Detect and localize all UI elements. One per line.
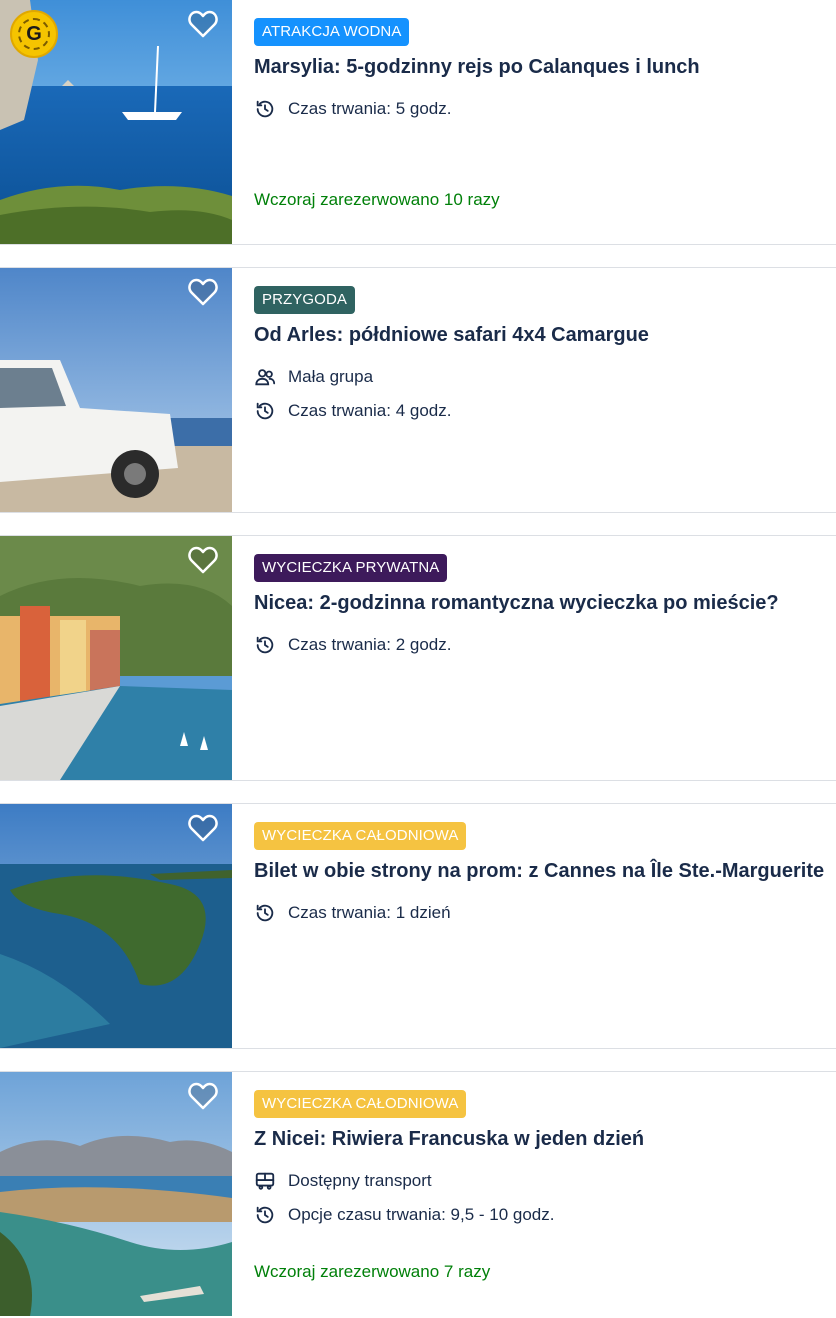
card-separator bbox=[0, 245, 836, 268]
booked-yesterday-text: Wczoraj zarezerwowano 10 razy bbox=[254, 190, 500, 209]
category-tag: PRZYGODA bbox=[254, 286, 355, 314]
duration-text: Czas trwania: 5 godz. bbox=[288, 99, 452, 118]
activity-info: ATRAKCJA WODNA Marsylia: 5-godzinny rejs… bbox=[232, 0, 836, 244]
activity-image[interactable]: G bbox=[0, 0, 232, 244]
card-separator bbox=[0, 1049, 836, 1072]
duration-text: Opcje czasu trwania: 9,5 - 10 godz. bbox=[288, 1205, 555, 1224]
activity-meta: Dostępny transport Opcje czasu trwania: … bbox=[254, 1164, 836, 1232]
activity-meta: Mała grupa Czas trwania: 4 godz. bbox=[254, 360, 836, 428]
wishlist-heart-icon[interactable] bbox=[188, 546, 218, 574]
activity-info: WYCIECZKA CAŁODNIOWA Z Nicei: Riwiera Fr… bbox=[232, 1072, 836, 1316]
duration-text: Czas trwania: 2 godz. bbox=[288, 635, 452, 654]
activity-image[interactable] bbox=[0, 804, 232, 1048]
card-separator bbox=[0, 781, 836, 804]
wishlist-heart-icon[interactable] bbox=[188, 1082, 218, 1110]
activity-card[interactable]: WYCIECZKA CAŁODNIOWA Bilet w obie strony… bbox=[0, 804, 836, 1049]
group-size-row: Mała grupa bbox=[254, 360, 836, 394]
activity-card[interactable]: G ATRAKCJA WODNA Marsylia: 5-godzinny re… bbox=[0, 0, 836, 245]
activity-card[interactable]: WYCIECZKA CAŁODNIOWA Z Nicei: Riwiera Fr… bbox=[0, 1072, 836, 1316]
duration-text: Czas trwania: 1 dzień bbox=[288, 903, 451, 922]
category-tag: ATRAKCJA WODNA bbox=[254, 18, 410, 46]
bus-icon bbox=[254, 1170, 276, 1192]
activity-title[interactable]: Z Nicei: Riwiera Francuska w jeden dzień bbox=[254, 1126, 836, 1152]
getyourguide-original-badge: G bbox=[10, 10, 58, 58]
booked-yesterday-text: Wczoraj zarezerwowano 7 razy bbox=[254, 1262, 491, 1281]
category-tag: WYCIECZKA CAŁODNIOWA bbox=[254, 1090, 467, 1118]
activity-title[interactable]: Marsylia: 5-godzinny rejs po Calanques i… bbox=[254, 54, 836, 80]
wishlist-heart-icon[interactable] bbox=[188, 814, 218, 842]
clock-history-icon bbox=[254, 1204, 276, 1226]
activity-title[interactable]: Nicea: 2-godzinna romantyczna wycieczka … bbox=[254, 590, 836, 616]
wishlist-heart-icon[interactable] bbox=[188, 10, 218, 38]
card-separator bbox=[0, 513, 836, 536]
activity-title[interactable]: Od Arles: półdniowe safari 4x4 Camargue bbox=[254, 322, 836, 348]
activity-image[interactable] bbox=[0, 536, 232, 780]
activity-image[interactable] bbox=[0, 268, 232, 512]
activity-meta: Czas trwania: 2 godz. bbox=[254, 628, 836, 662]
badge-letter: G bbox=[18, 18, 50, 50]
transport-text: Dostępny transport bbox=[288, 1171, 432, 1190]
clock-history-icon bbox=[254, 98, 276, 120]
transport-row: Dostępny transport bbox=[254, 1164, 836, 1198]
clock-history-icon bbox=[254, 400, 276, 422]
duration-text: Czas trwania: 4 godz. bbox=[288, 401, 452, 420]
group-size-text: Mała grupa bbox=[288, 367, 374, 386]
activity-image[interactable] bbox=[0, 1072, 232, 1316]
activity-info: PRZYGODA Od Arles: półdniowe safari 4x4 … bbox=[232, 268, 836, 512]
duration-row: Czas trwania: 1 dzień bbox=[254, 896, 836, 930]
duration-row: Czas trwania: 5 godz. bbox=[254, 92, 836, 126]
activity-info: WYCIECZKA CAŁODNIOWA Bilet w obie strony… bbox=[232, 804, 836, 1048]
duration-row: Opcje czasu trwania: 9,5 - 10 godz. bbox=[254, 1198, 836, 1232]
activity-info: WYCIECZKA PRYWATNA Nicea: 2-godzinna rom… bbox=[232, 536, 836, 780]
clock-history-icon bbox=[254, 902, 276, 924]
duration-row: Czas trwania: 4 godz. bbox=[254, 394, 836, 428]
category-tag: WYCIECZKA PRYWATNA bbox=[254, 554, 448, 582]
wishlist-heart-icon[interactable] bbox=[188, 278, 218, 306]
activity-list: G ATRAKCJA WODNA Marsylia: 5-godzinny re… bbox=[0, 0, 836, 1316]
activity-meta: Czas trwania: 5 godz. bbox=[254, 92, 836, 126]
activity-title[interactable]: Bilet w obie strony na prom: z Cannes na… bbox=[254, 858, 836, 884]
category-tag: WYCIECZKA CAŁODNIOWA bbox=[254, 822, 467, 850]
activity-meta: Czas trwania: 1 dzień bbox=[254, 896, 836, 930]
small-group-icon bbox=[254, 366, 276, 388]
duration-row: Czas trwania: 2 godz. bbox=[254, 628, 836, 662]
clock-history-icon bbox=[254, 634, 276, 656]
activity-card[interactable]: PRZYGODA Od Arles: półdniowe safari 4x4 … bbox=[0, 268, 836, 513]
activity-card[interactable]: WYCIECZKA PRYWATNA Nicea: 2-godzinna rom… bbox=[0, 536, 836, 781]
